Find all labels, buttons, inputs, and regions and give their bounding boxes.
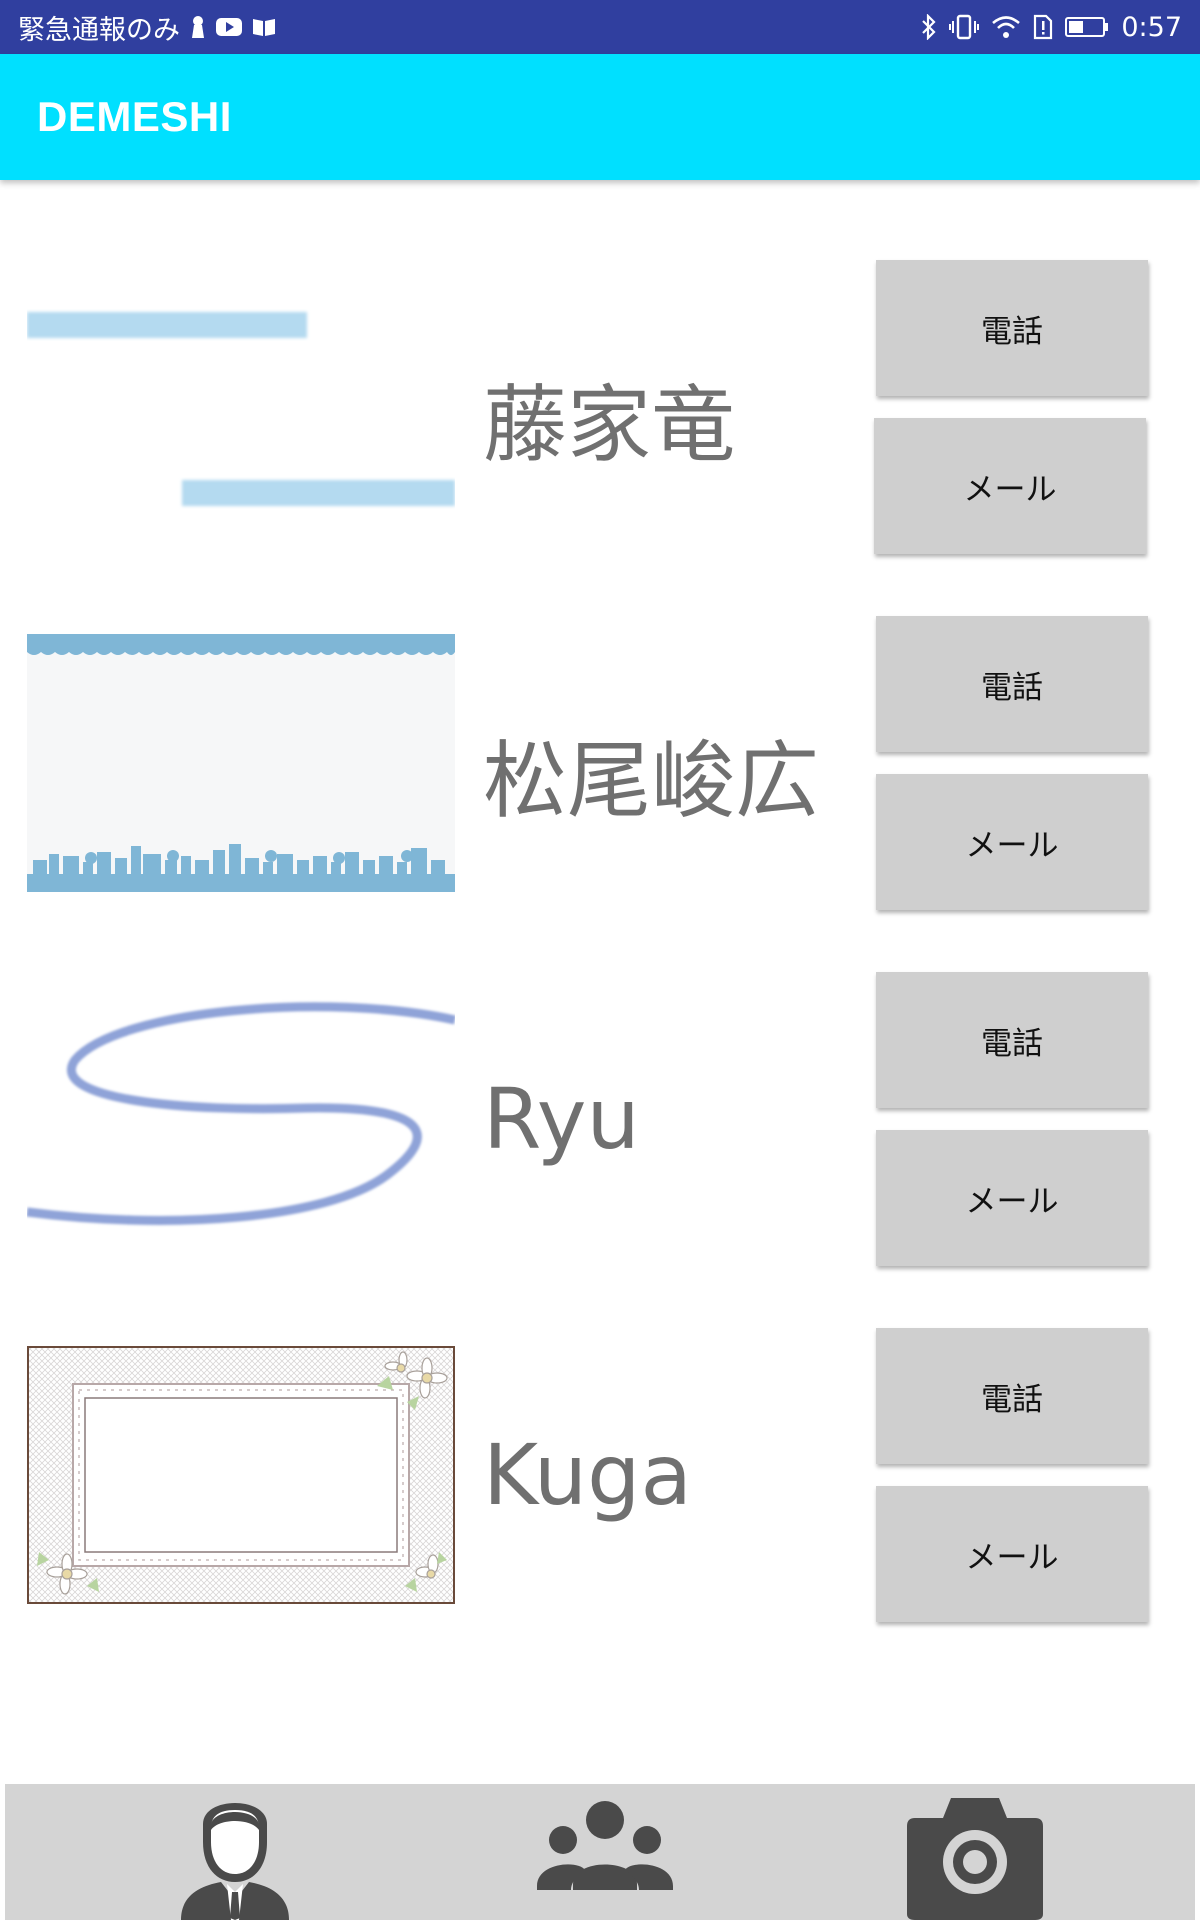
call-button[interactable]: 電話 [876,972,1148,1108]
status-left: 緊急通報のみ [18,0,276,54]
bottom-nav [5,1784,1195,1920]
wifi-icon [991,0,1021,54]
business-card-thumbnail[interactable] [27,634,455,892]
battery-icon [1065,0,1109,54]
contact-row: Kuga 電話 メール [0,1318,1200,1674]
call-button[interactable]: 電話 [876,616,1148,752]
group-icon [535,1784,675,1924]
business-card-thumbnail[interactable] [27,280,455,538]
business-card-thumbnail[interactable] [27,990,455,1248]
mail-button[interactable]: メール [876,774,1148,910]
carrier-text: 緊急通報のみ [18,14,180,46]
vibrate-icon [949,0,980,54]
contact-name: Ryu [483,1070,640,1168]
mail-button[interactable]: メール [874,418,1146,554]
youtube-icon [216,0,242,54]
contact-name: Kuga [483,1426,692,1524]
sim-alert-icon [1033,0,1053,54]
status-bar: 緊急通報のみ 0:57 [0,0,1200,54]
camera-icon [905,1784,1045,1924]
call-button[interactable]: 電話 [876,1328,1148,1464]
contact-row: 松尾峻広 電話 メール [0,606,1200,962]
contact-row: 藤家竜 電話 メール [0,250,1200,606]
book-icon [252,0,276,54]
call-button[interactable]: 電話 [876,260,1148,396]
contact-name: 松尾峻広 [483,732,820,830]
app-title: DEMESHI [37,93,232,140]
status-right: 0:57 [921,0,1182,54]
keyhole-icon [190,0,206,54]
contact-row: Ryu 電話 メール [0,962,1200,1318]
app-bar: DEMESHI [0,54,1200,180]
bluetooth-icon [921,0,937,54]
clock: 0:57 [1121,11,1182,43]
contact-name: 藤家竜 [483,376,736,474]
nav-profile[interactable] [125,1784,345,1920]
business-card-thumbnail[interactable] [27,1346,455,1604]
person-icon [175,1784,295,1924]
mail-button[interactable]: メール [876,1130,1148,1266]
nav-groups[interactable] [495,1784,715,1920]
mail-button[interactable]: メール [876,1486,1148,1622]
nav-camera[interactable] [865,1784,1085,1920]
